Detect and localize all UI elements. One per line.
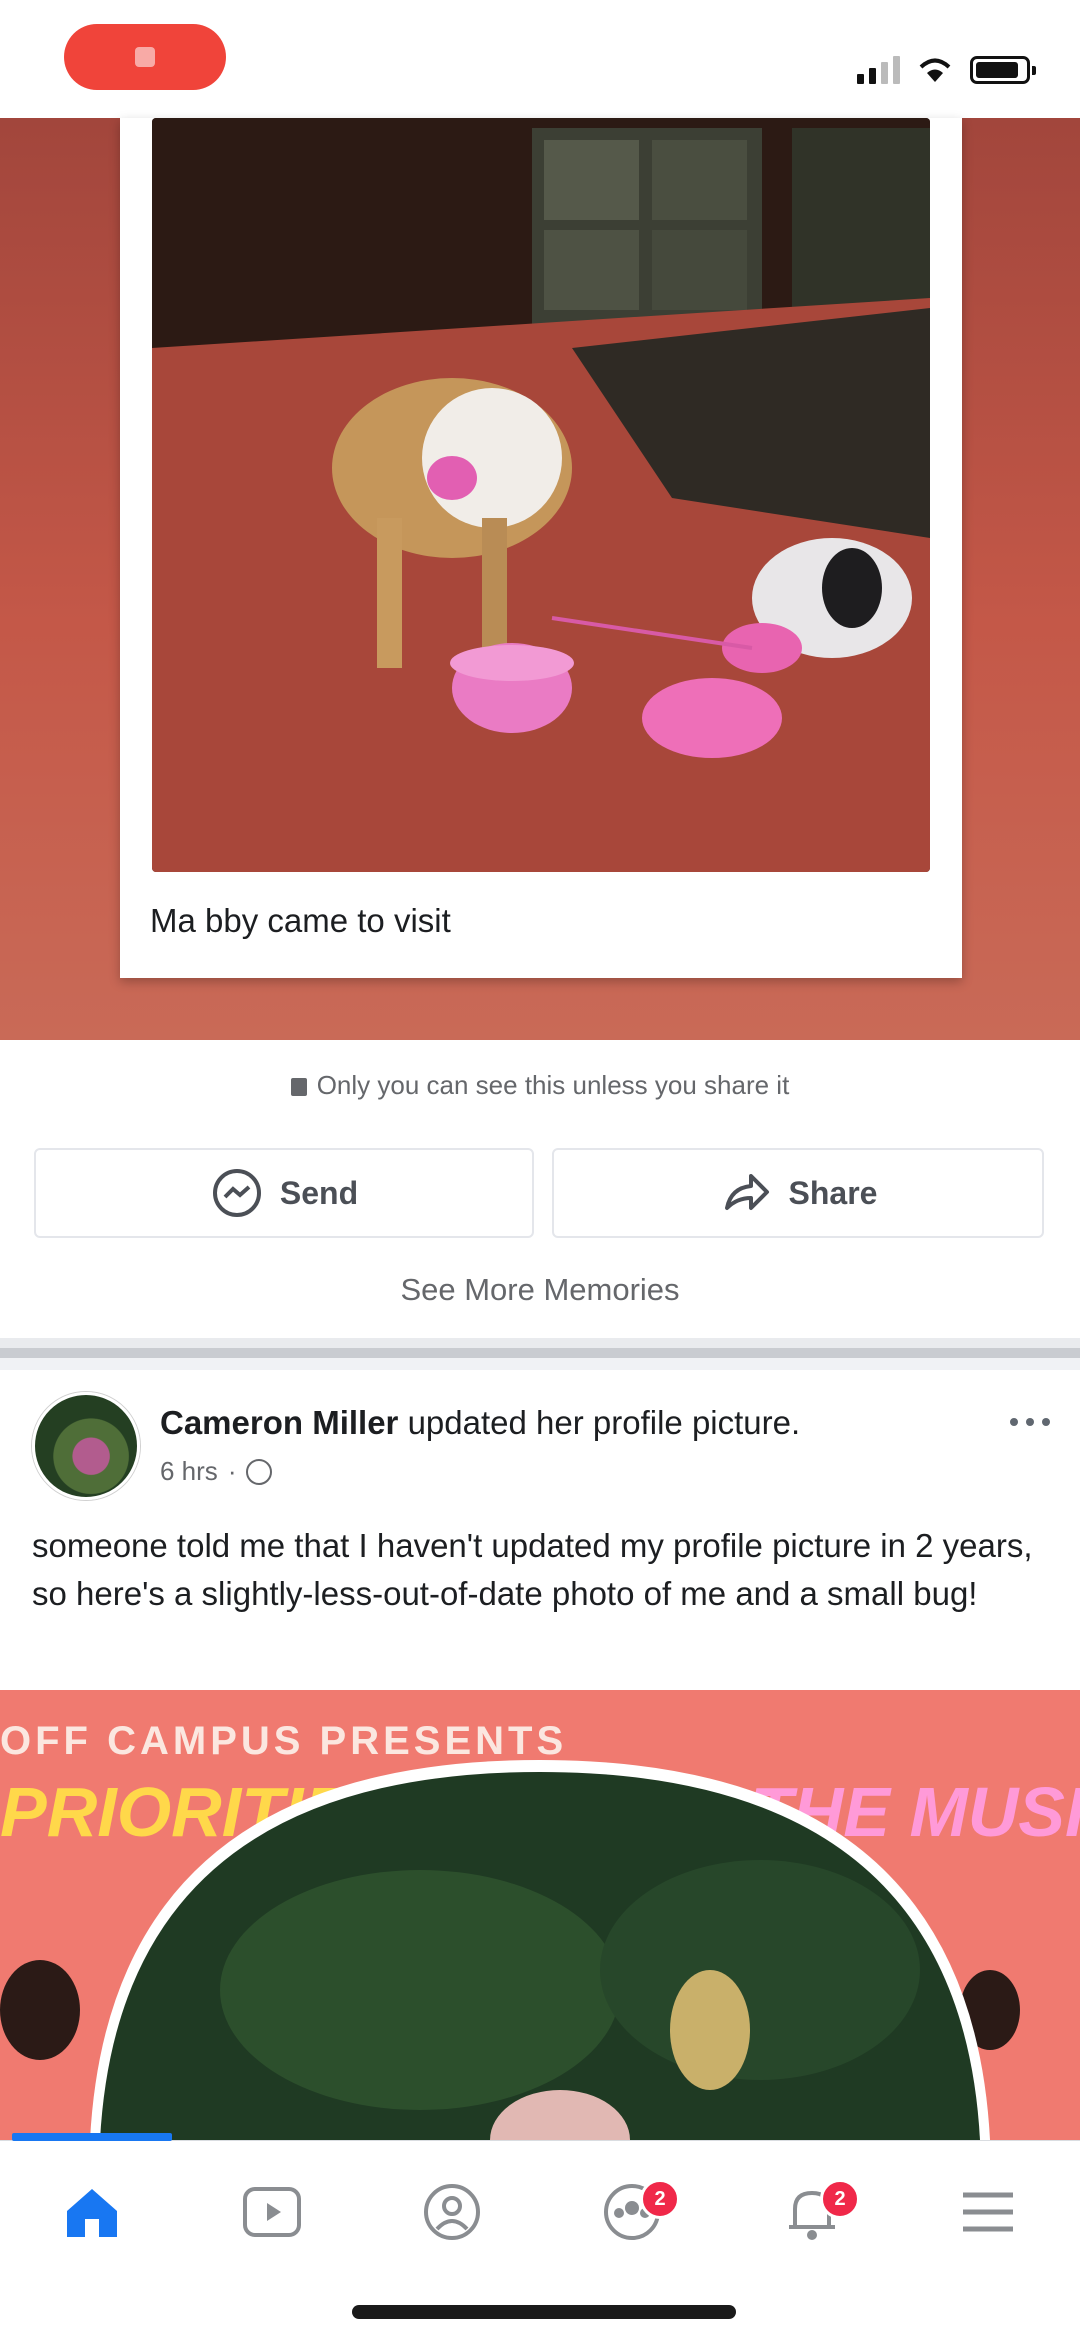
post-time[interactable]: 6 hrs [160, 1456, 218, 1487]
privacy-note: Only you can see this unless you share i… [0, 1070, 1080, 1101]
hamburger-menu-icon [963, 2192, 1013, 2232]
memory-caption: Ma bby came to visit [150, 902, 451, 939]
avatar[interactable] [32, 1392, 140, 1500]
globe-icon [246, 1458, 273, 1485]
watch-icon [243, 2187, 301, 2237]
status-icons [857, 50, 1036, 84]
nav-menu[interactable] [918, 2167, 1058, 2257]
messenger-icon [212, 1169, 261, 1217]
active-tab-indicator [12, 2133, 172, 2141]
post-header: Cameron Miller updated her profile pictu… [160, 1404, 800, 1442]
separator-dot: · [227, 1456, 237, 1486]
nav-notifications[interactable]: 2 [742, 2167, 882, 2257]
cellular-signal-icon [857, 54, 900, 84]
share-label: Share [788, 1174, 878, 1211]
poster-line-1: OFF CAMPUS PRESENTS [0, 1719, 567, 1763]
battery-icon [970, 56, 1036, 84]
profile-icon [424, 2184, 480, 2240]
post-photo[interactable]: OFF CAMPUS PRESENTS PRIORITIES THE MUSIC [0, 1690, 1080, 2140]
memory-photo[interactable] [152, 118, 930, 872]
nav-profile[interactable] [382, 2167, 522, 2257]
status-bar [0, 0, 1080, 118]
memory-card: Ma bby came to visit [0, 118, 1080, 1040]
stop-icon [135, 47, 155, 67]
memory-polaroid[interactable]: Ma bby came to visit [120, 118, 962, 978]
post-meta: 6 hrs · [160, 1456, 273, 1487]
groups-badge: 2 [640, 2179, 680, 2219]
feed-divider [0, 1338, 1080, 1370]
more-options-icon[interactable] [1010, 1418, 1050, 1426]
post-author[interactable]: Cameron Miller [160, 1404, 398, 1441]
lock-icon [290, 1078, 307, 1096]
post-text: someone told me that I haven't updated m… [32, 1527, 1033, 1612]
share-button[interactable]: Share [552, 1148, 1044, 1238]
privacy-note-text: Only you can see this unless you share i… [316, 1070, 790, 1100]
send-button[interactable]: Send [34, 1148, 534, 1238]
share-arrow-icon [724, 1174, 769, 1210]
home-icon [67, 2189, 117, 2237]
nav-watch[interactable] [202, 2167, 342, 2257]
post-action: updated her profile picture. [407, 1404, 801, 1441]
nav-home[interactable] [22, 2167, 162, 2257]
send-label: Send [279, 1174, 359, 1211]
see-more-memories-link[interactable]: See More Memories [0, 1272, 1080, 1308]
screen-recording-indicator[interactable] [64, 24, 226, 90]
home-indicator[interactable] [352, 2305, 736, 2319]
notifications-badge: 2 [820, 2179, 860, 2219]
nav-groups[interactable]: 2 [562, 2167, 702, 2257]
wifi-icon [919, 58, 951, 82]
